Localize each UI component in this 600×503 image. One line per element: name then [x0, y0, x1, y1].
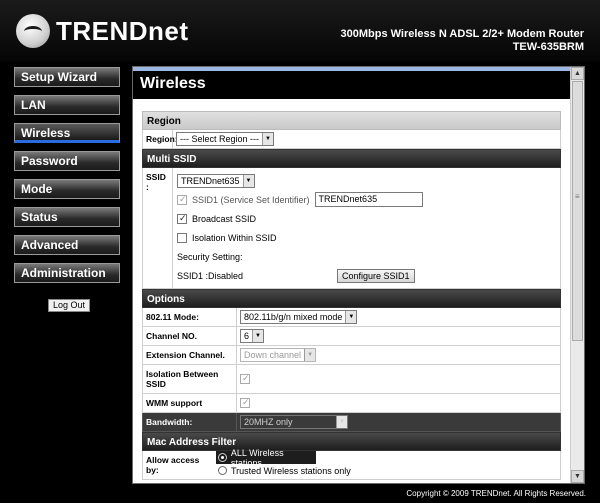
wmm-support-checkbox[interactable] — [240, 397, 250, 408]
ssid-select-value: TRENDnet635 — [181, 175, 240, 186]
allow-trusted-label: Trusted Wireless stations only — [231, 465, 351, 476]
isolation-within-ssid-checkbox[interactable] — [177, 232, 187, 243]
copyright-text: Copyright © 2009 TRENDnet. All Rights Re… — [406, 489, 586, 498]
extension-channel-label: Extension Channel. — [143, 346, 237, 364]
bandwidth-row: Bandwidth: 20MHZ only ▼ — [142, 413, 561, 432]
ssid-select[interactable]: TRENDnet635 ▼ — [177, 173, 255, 188]
allow-all-option[interactable]: ALL Wireless stations — [216, 448, 316, 468]
bandwidth-select-value: 20MHZ only — [244, 417, 293, 427]
ssid-label: SSID : — [143, 168, 173, 288]
channel-row: Channel NO. 6 ▼ — [142, 327, 561, 346]
sidebar-item-status[interactable]: Status — [14, 207, 120, 227]
extension-channel-row: Extension Channel. Down channel ▼ — [142, 346, 561, 365]
trendnet-logo-icon — [16, 14, 50, 48]
mode-label: 802.11 Mode: — [143, 308, 237, 326]
mode-select-value: 802.11b/g/n mixed mode — [244, 312, 343, 322]
ssid1-status: SSID1 :Disabled — [177, 270, 244, 281]
chevron-down-icon: ▼ — [242, 174, 254, 187]
page-title: Wireless — [140, 75, 206, 92]
product-name: 300Mbps Wireless N ADSL 2/2+ Modem Route… — [341, 28, 585, 54]
isolation-between-ssid-row: Isolation Between SSID — [142, 365, 561, 394]
chevron-down-icon: ▼ — [304, 349, 316, 361]
product-description: 300Mbps Wireless N ADSL 2/2+ Modem Route… — [340, 28, 585, 40]
allow-all-label: ALL Wireless stations — [230, 447, 284, 468]
security-setting-label: Security Setting: — [177, 251, 243, 262]
brand-logo: TRENDnet — [16, 14, 189, 48]
ssid1-enable-checkbox[interactable] — [177, 194, 187, 205]
header-bar: TRENDnet 300Mbps Wireless N ADSL 2/2+ Mo… — [0, 0, 600, 62]
broadcast-ssid-checkbox[interactable] — [177, 213, 187, 224]
sidebar-item-password[interactable]: Password — [14, 151, 120, 171]
multi-ssid-row: SSID : TRENDnet635 ▼ SSID1 (Service Set … — [142, 168, 561, 289]
mode-select[interactable]: 802.11b/g/n mixed mode ▼ — [240, 310, 358, 324]
chevron-down-icon: ▼ — [345, 311, 357, 323]
channel-label: Channel NO. — [143, 327, 237, 345]
multi-ssid-heading: Multi SSID — [142, 149, 561, 168]
configure-ssid1-button[interactable]: Configure SSID1 — [337, 268, 415, 283]
scroll-up-icon[interactable]: ▲ — [571, 67, 584, 80]
chevron-down-icon: ▼ — [262, 133, 274, 145]
allow-all-radio[interactable] — [218, 453, 227, 462]
wireless-form: Region Region: --- Select Region --- ▼ M… — [142, 111, 561, 480]
main-title-bar: Wireless — [133, 67, 584, 99]
channel-select[interactable]: 6 ▼ — [240, 329, 265, 343]
product-model: TEW-635BRM — [512, 41, 584, 53]
ssid1-label: SSID1 (Service Set Identifier) — [192, 194, 310, 205]
logout-button[interactable]: Log Out — [48, 299, 90, 312]
broadcast-ssid-label: Broadcast SSID — [192, 213, 257, 224]
allow-trusted-radio[interactable] — [218, 466, 227, 475]
region-select-value: --- Select Region --- — [180, 134, 260, 144]
sidebar-item-wireless[interactable]: Wireless — [14, 123, 120, 143]
region-heading: Region — [142, 111, 561, 130]
sidebar-nav: Setup Wizard LAN Wireless Password Mode … — [14, 67, 120, 291]
bandwidth-select[interactable]: 20MHZ only ▼ — [240, 415, 348, 429]
region-select[interactable]: --- Select Region --- ▼ — [176, 132, 275, 146]
region-row: Region: --- Select Region --- ▼ — [142, 130, 561, 149]
channel-select-value: 6 — [244, 331, 250, 341]
isolation-between-ssid-label: Isolation Between SSID — [143, 365, 237, 393]
sidebar-item-setup-wizard[interactable]: Setup Wizard — [14, 67, 120, 87]
isolation-between-ssid-checkbox[interactable] — [240, 373, 250, 384]
ssid-settings: TRENDnet635 ▼ SSID1 (Service Set Identif… — [173, 168, 560, 288]
mode-row: 802.11 Mode: 802.11b/g/n mixed mode ▼ — [142, 308, 561, 327]
sidebar-item-advanced[interactable]: Advanced — [14, 235, 120, 255]
main-panel: Wireless ▲ ▼ Region Region: --- Select R… — [132, 66, 585, 484]
sidebar-item-administration[interactable]: Administration — [14, 263, 120, 283]
isolation-within-ssid-label: Isolation Within SSID — [192, 232, 277, 243]
brand-name: TRENDnet — [56, 15, 189, 46]
bandwidth-label: Bandwidth: — [143, 413, 237, 431]
chevron-down-icon: ▼ — [336, 416, 347, 428]
mac-filter-heading: Mac Address Filter — [142, 432, 561, 451]
scrollbar-thumb[interactable] — [572, 81, 583, 341]
allow-access-row: Allow access by: ALL Wireless stations T… — [142, 448, 561, 480]
scroll-down-icon[interactable]: ▼ — [571, 470, 584, 483]
allow-trusted-option[interactable]: Trusted Wireless stations only — [216, 464, 560, 477]
options-heading: Options — [142, 289, 561, 308]
wmm-support-label: WMM support — [143, 394, 237, 412]
ssid1-name-input[interactable]: TRENDnet635 — [314, 192, 423, 207]
sidebar-item-mode[interactable]: Mode — [14, 179, 120, 199]
wmm-support-row: WMM support — [142, 394, 561, 413]
chevron-down-icon: ▼ — [252, 330, 264, 342]
vertical-scrollbar[interactable]: ▲ ▼ — [570, 67, 584, 483]
sidebar-item-lan[interactable]: LAN — [14, 95, 120, 115]
extension-channel-select[interactable]: Down channel ▼ — [240, 348, 317, 362]
extension-channel-value: Down channel — [244, 350, 302, 360]
region-label: Region: — [143, 130, 178, 148]
allow-access-label: Allow access by: — [146, 455, 200, 475]
